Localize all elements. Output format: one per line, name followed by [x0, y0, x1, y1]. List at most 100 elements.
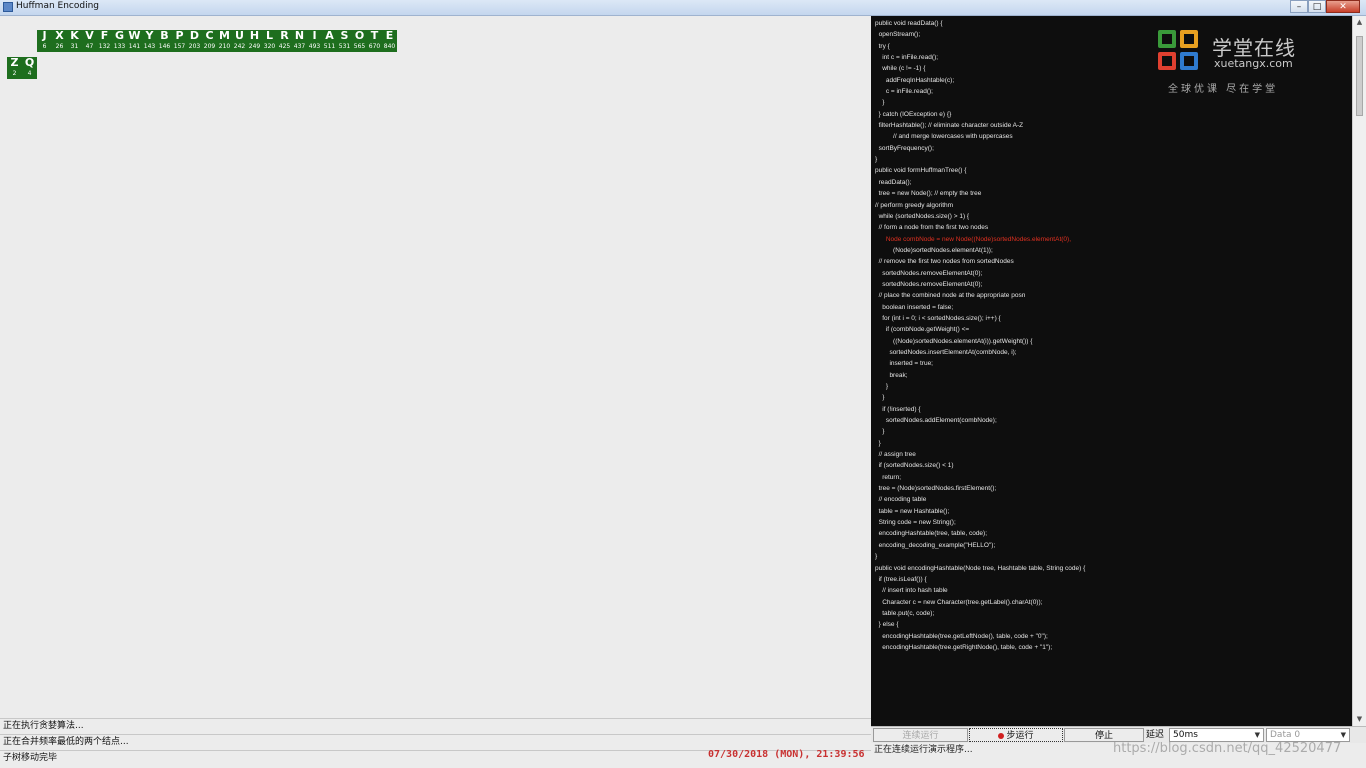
node-char: M	[219, 29, 230, 42]
code-line: // perform greedy algorithm	[875, 201, 954, 209]
code-scrollbar[interactable]: ▲ ▼	[1352, 16, 1366, 726]
code-line: c = inFile.read();	[875, 88, 933, 96]
code-line: tree = new Node(); // empty the tree	[875, 190, 982, 198]
logo-name-en: xuetangx.com	[1214, 57, 1293, 70]
node-row-1: J 6 X 26 K 31 V 47 F 132 G 133 W 141 Y 143 B 146 P 157 D 203 C…	[37, 30, 397, 52]
code-line: if (combNode.getWeight() <=	[875, 326, 970, 334]
node-char: P	[175, 29, 184, 42]
code-line: // insert into hash table	[875, 587, 948, 595]
scroll-thumb[interactable]	[1356, 36, 1363, 116]
node-freq: 157	[173, 43, 186, 50]
timestamp: 07/30/2018 (MON), 21:39:56	[708, 749, 865, 760]
close-button[interactable]: ✕	[1326, 0, 1360, 13]
node-freq: 133	[113, 43, 126, 50]
scroll-down-icon[interactable]: ▼	[1353, 713, 1366, 726]
code-line: ((Node)sortedNodes.elementAt(i)).getWeig…	[875, 337, 1033, 345]
maximize-button[interactable]: □	[1308, 0, 1326, 13]
code-line: readData();	[875, 178, 912, 186]
node-char: N	[294, 29, 305, 42]
code-line: openStream();	[875, 31, 921, 39]
code-line: }	[875, 383, 889, 390]
node-char: S	[340, 29, 349, 42]
code-line: encodingHashtable(tree.getLeftNode(), ta…	[875, 632, 1048, 640]
node-char: A	[325, 29, 334, 42]
code-panel: public void readData() { openStream(); t…	[871, 16, 1352, 726]
code-line: // and merge lowercases with uppercases	[875, 133, 1013, 141]
code-line: sortedNodes.removeElementAt(0);	[875, 269, 983, 277]
source-code: public void readData() { openStream(); t…	[875, 18, 1085, 653]
huffman-node: K 31	[67, 30, 82, 52]
node-char: B	[160, 29, 169, 42]
node-char: K	[70, 29, 79, 42]
node-freq: 2	[12, 70, 17, 77]
node-freq: 437	[293, 43, 306, 50]
node-char: H	[249, 29, 260, 42]
code-line: // place the combined node at the approp…	[875, 292, 1026, 300]
code-line: }	[875, 394, 885, 402]
delay-label: 延迟	[1146, 730, 1165, 740]
node-freq: 565	[353, 43, 366, 50]
code-line: // remove the first two nodes from sorte…	[875, 258, 1014, 266]
node-char: W	[128, 29, 141, 42]
node-char: X	[55, 29, 64, 42]
stop-button[interactable]: 停止	[1064, 728, 1144, 742]
code-line: }	[875, 439, 881, 447]
node-char: G	[114, 29, 125, 42]
node-char: C	[205, 29, 214, 42]
node-freq: 249	[248, 43, 261, 50]
node-char: L	[265, 29, 273, 42]
code-line: // assign tree	[875, 451, 916, 459]
huffman-node: P 157	[172, 30, 187, 52]
code-line: Node combNode = new Node((Node)sortedNod…	[875, 235, 1071, 243]
code-line: // encoding table	[875, 496, 927, 504]
scroll-up-icon[interactable]: ▲	[1353, 16, 1366, 29]
code-line: while (sortedNodes.size() > 1) {	[875, 212, 970, 220]
node-char: R	[280, 29, 289, 42]
huffman-node: E 840	[382, 30, 397, 52]
node-char: O	[354, 29, 365, 42]
code-line: encodingHashtable(tree.getRightNode(), t…	[875, 643, 1053, 651]
minimize-button[interactable]: –	[1290, 0, 1308, 13]
huffman-node: G 133	[112, 30, 127, 52]
node-freq: 670	[368, 43, 381, 50]
code-line: tree = (Node)sortedNodes.firstElement();	[875, 485, 997, 493]
node-freq: 4	[27, 70, 32, 77]
code-line: public void formHuffmanTree() {	[875, 167, 967, 175]
node-freq: 26	[55, 43, 64, 50]
node-char: J	[42, 29, 47, 42]
huffman-node: U 242	[232, 30, 247, 52]
chevron-down-icon: ▼	[1254, 731, 1260, 739]
node-char: Z	[10, 56, 19, 69]
record-icon	[998, 732, 1005, 739]
continuous-run-button[interactable]: 连续运行	[873, 728, 968, 742]
code-line: } else {	[875, 621, 899, 629]
huffman-node: T 670	[367, 30, 382, 52]
huffman-node: B 146	[157, 30, 172, 52]
code-line: filterHashtable(); // eliminate characte…	[875, 122, 1024, 130]
code-line: encodingHashtable(tree, table, code);	[875, 530, 988, 538]
code-line: String code = new String();	[875, 519, 956, 527]
node-freq: 210	[218, 43, 231, 50]
huffman-node: A 511	[322, 30, 337, 52]
huffman-node: Q4	[22, 57, 37, 79]
window-title: Huffman Encoding	[16, 1, 99, 11]
step-run-button[interactable]: 步运行	[969, 728, 1063, 742]
node-freq: 511	[323, 43, 336, 50]
code-line: // form a node from the first two nodes	[875, 224, 989, 232]
data-select[interactable]: Data 0 ▼	[1266, 728, 1350, 742]
code-line: } catch (IOException e) {}	[875, 110, 952, 118]
node-char: U	[235, 29, 244, 42]
huffman-canvas: J 6 X 26 K 31 V 47 F 132 G 133 W 141 Y 143 B 146 P 157 D 203 C…	[0, 16, 871, 718]
node-freq: 209	[203, 43, 216, 50]
huffman-node: C 209	[202, 30, 217, 52]
node-freq: 132	[98, 43, 111, 50]
code-line: sortedNodes.addElement(combNode);	[875, 417, 997, 425]
huffman-node: X 26	[52, 30, 67, 52]
code-line: return;	[875, 473, 902, 481]
huffman-node: R 425	[277, 30, 292, 52]
node-char: Y	[145, 29, 154, 42]
code-line: addFreqInHashtable(c);	[875, 76, 955, 84]
code-line: try {	[875, 42, 890, 50]
code-line: encoding_decoding_example("HELLO");	[875, 541, 996, 549]
delay-select[interactable]: 50ms ▼	[1169, 728, 1264, 742]
